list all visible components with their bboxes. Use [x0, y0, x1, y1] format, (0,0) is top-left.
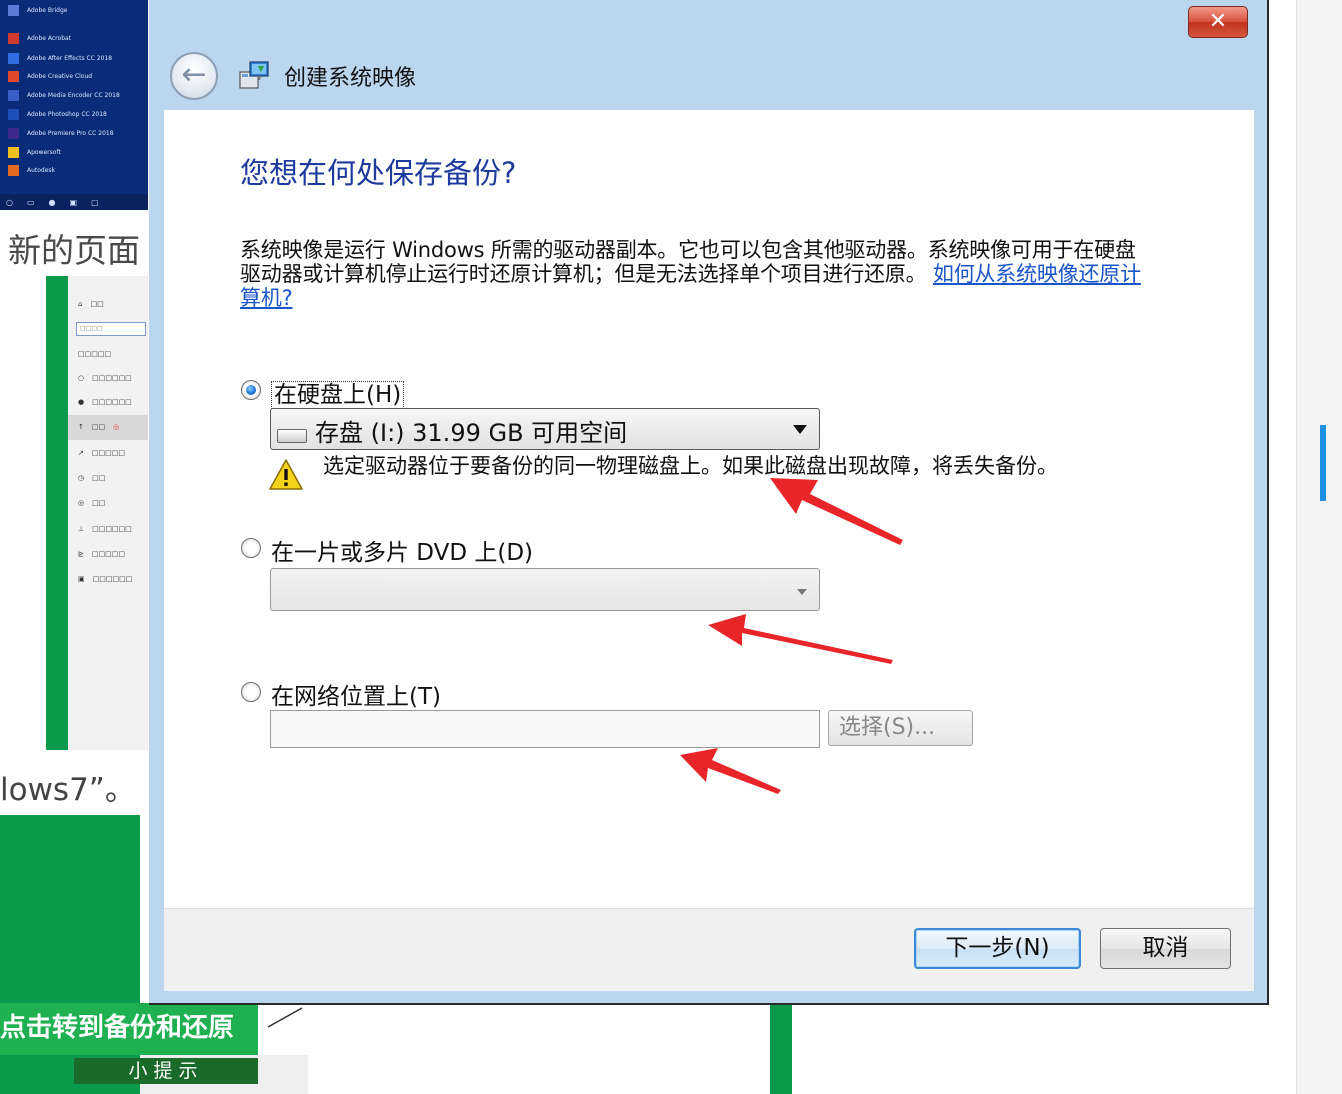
dropdown-arrow-icon: [793, 425, 807, 434]
hard-disk-selected-value: 存盘 (I:) 31.99 GB 可用空间: [315, 419, 628, 447]
settings-row: ◎ □□: [78, 499, 106, 507]
settings-row: ◷ □□: [78, 474, 106, 482]
option-hard-disk[interactable]: 在硬盘上(H): [271, 375, 405, 409]
article-caption-fragment: lows7”。: [0, 772, 136, 808]
option-dvd-label[interactable]: 在一片或多片 DVD 上(D): [271, 533, 533, 567]
settings-row: ▣ □□□□□□: [78, 575, 133, 583]
settings-row: ⊵ □□□□□: [78, 550, 125, 558]
settings-row: ↑ □□ ◎: [78, 423, 120, 431]
system-image-icon: [239, 61, 269, 89]
warning-text: 选定驱动器位于要备份的同一物理磁盘上。如果此磁盘出现故障，将丢失备份。: [323, 454, 1058, 478]
settings-row: ⌂ □□: [78, 300, 104, 308]
close-icon: ✕: [1208, 9, 1228, 34]
dialog-title: 创建系统映像: [284, 66, 417, 91]
warning-icon: [269, 459, 303, 490]
article-heading-fragment: 新的页面: [8, 231, 140, 270]
settings-row: ● □□□□□□: [78, 398, 132, 406]
dropdown-arrow-icon: [797, 589, 807, 595]
option-network-label[interactable]: 在网络位置上(T): [271, 677, 441, 711]
settings-row: ⊥ □□□□□□: [78, 525, 132, 533]
close-button[interactable]: ✕: [1188, 6, 1248, 38]
settings-green-strip: [46, 276, 68, 750]
dvd-dropdown[interactable]: [270, 568, 820, 611]
start-taskbar: ○ ▭ ● ▣ ▢: [0, 194, 148, 210]
settings-row: ↗ □□□□□: [78, 449, 125, 457]
settings-row: □□□□□: [78, 350, 112, 358]
back-arrow-icon: ←: [181, 57, 207, 92]
right-side-panel: [1296, 0, 1342, 1094]
option-hard-disk-label: 在硬盘上(H): [271, 381, 405, 409]
radio-dvd[interactable]: [241, 538, 261, 558]
select-network-button[interactable]: 选择(S)...: [828, 710, 973, 746]
right-side-accent: [1320, 425, 1326, 501]
article-green-bar: [770, 1004, 792, 1094]
back-button[interactable]: ←: [170, 52, 218, 100]
radio-hard-disk[interactable]: [241, 380, 261, 400]
cancel-button[interactable]: 取消: [1100, 928, 1231, 969]
article-green-banner: 点击转到备份和还原: [0, 1003, 258, 1055]
dialog-footer: [164, 908, 1254, 991]
description-text: 系统映像是运行 Windows 所需的驱动器副本。它也可以包含其他驱动器。系统映…: [240, 238, 1150, 310]
drive-icon: [277, 429, 307, 443]
network-location-input[interactable]: [270, 710, 820, 748]
settings-row: ○ □□□□□□: [78, 374, 132, 382]
hard-disk-dropdown[interactable]: 存盘 (I:) 31.99 GB 可用空间: [270, 408, 820, 450]
radio-network[interactable]: [241, 682, 261, 702]
start-menu-screenshot: Adobe Bridge Adobe Acrobat Adobe After E…: [0, 0, 148, 210]
settings-search-box: □□□□: [76, 322, 146, 336]
next-button[interactable]: 下一步(N): [914, 928, 1081, 969]
page-heading: 您想在何处保存备份?: [240, 156, 517, 190]
article-tip-label: 小提示: [74, 1058, 258, 1084]
article-pointer-line: [267, 1007, 303, 1028]
